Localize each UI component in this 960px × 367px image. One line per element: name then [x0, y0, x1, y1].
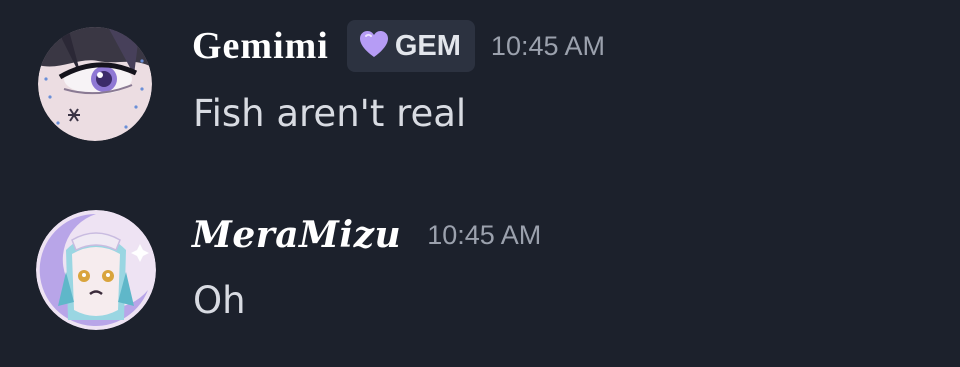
username[interactable]: Gemimi [192, 24, 329, 68]
message-item: MeraMizu 10:45 AM Oh [0, 185, 960, 335]
chat-log: Gemimi GEM 10:45 AM Fish aren't real Mer… [0, 0, 960, 367]
username[interactable]: MeraMizu [192, 214, 401, 256]
guild-tag-label: GEM [394, 29, 461, 62]
guild-tag-badge[interactable]: GEM [346, 20, 475, 72]
message-content: Fish aren't real [193, 92, 467, 135]
message-item: Gemimi GEM 10:45 AM Fish aren't real [0, 0, 960, 150]
message-header: MeraMizu 10:45 AM [192, 209, 541, 261]
timestamp[interactable]: 10:45 AM [491, 31, 605, 62]
avatar[interactable] [38, 27, 152, 141]
message-header: Gemimi GEM 10:45 AM [192, 20, 605, 72]
avatar-image [36, 210, 156, 330]
message-content: Oh [193, 279, 246, 322]
avatar[interactable] [36, 210, 156, 330]
timestamp[interactable]: 10:45 AM [427, 220, 541, 251]
avatar-image [38, 27, 152, 141]
purple-heart-icon [359, 30, 389, 62]
